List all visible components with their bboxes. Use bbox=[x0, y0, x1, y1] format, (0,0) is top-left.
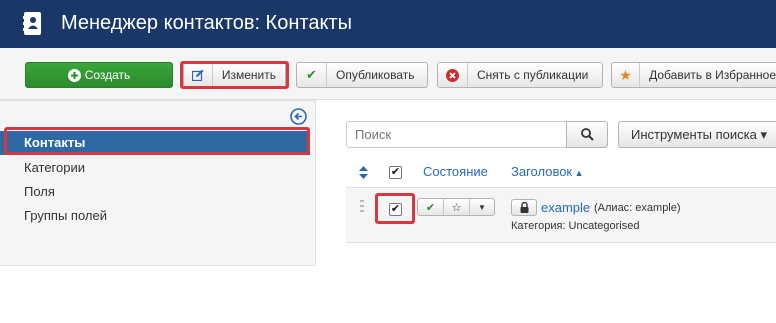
page-title: Менеджер контактов: Контакты bbox=[61, 12, 352, 34]
edit-button-label: Изменить bbox=[221, 68, 276, 82]
sidebar-item-contacts[interactable]: Контакты bbox=[0, 131, 310, 155]
unpublish-button-label: Снять с публикации bbox=[477, 68, 589, 82]
featured-toggle-button[interactable]: ☆ bbox=[444, 199, 470, 215]
search-tools-button[interactable]: Инструменты поиска ▾ bbox=[618, 121, 776, 148]
edit-button[interactable]: Изменить bbox=[183, 62, 286, 88]
drag-handle-icon[interactable] bbox=[360, 200, 364, 212]
plus-circle-icon bbox=[67, 68, 81, 82]
caret-down-icon: ▼ bbox=[478, 202, 486, 212]
status-button-group: ✔ ☆ ▼ bbox=[417, 198, 495, 216]
column-header-title-label: Заголовок bbox=[511, 164, 573, 179]
check-icon: ✔ bbox=[297, 63, 327, 87]
feature-button[interactable]: ★ Добавить в Избранное bbox=[611, 62, 776, 88]
lock-icon bbox=[520, 202, 528, 213]
item-category: Категория: Uncategorised bbox=[511, 220, 640, 232]
sidebar-item-label: Контакты bbox=[24, 135, 86, 150]
publish-button[interactable]: ✔ Опубликовать bbox=[296, 62, 428, 88]
sort-ascending-icon: ▲ bbox=[572, 168, 584, 178]
new-button-label: Создать bbox=[84, 68, 131, 82]
unpublish-button[interactable]: Снять с публикации bbox=[437, 62, 603, 88]
search-icon bbox=[580, 128, 594, 141]
address-book-icon bbox=[23, 12, 41, 35]
star-icon: ★ bbox=[612, 63, 641, 87]
checked-out-lock-button[interactable] bbox=[511, 199, 537, 216]
page-header: Менеджер контактов: Контакты bbox=[0, 0, 776, 48]
sort-icon[interactable] bbox=[359, 166, 368, 179]
column-header-status[interactable]: Состояние bbox=[423, 164, 488, 179]
new-button[interactable]: Создать bbox=[25, 62, 173, 88]
search-button[interactable] bbox=[566, 121, 608, 148]
select-all-checkbox[interactable]: ✔ bbox=[389, 166, 402, 179]
item-alias: (Алиас: example) bbox=[594, 202, 681, 214]
item-title-link[interactable]: example bbox=[541, 200, 590, 215]
check-icon: ✔ bbox=[425, 201, 436, 214]
row-checkbox[interactable]: ✔ bbox=[389, 203, 402, 216]
edit-icon bbox=[184, 63, 213, 87]
sidebar-item-categories[interactable]: Категории bbox=[24, 160, 85, 175]
times-circle-icon bbox=[438, 63, 468, 87]
toolbar: Создать Изменить ✔ Опубликовать Снять с … bbox=[0, 48, 776, 100]
star-outline-icon: ☆ bbox=[451, 201, 462, 214]
table-row bbox=[346, 187, 776, 243]
published-toggle-button[interactable]: ✔ bbox=[418, 199, 444, 215]
search-input[interactable] bbox=[346, 121, 567, 148]
feature-button-label: Добавить в Избранное bbox=[649, 68, 776, 82]
column-header-title[interactable]: Заголовок ▲ bbox=[511, 164, 584, 179]
sidebar-item-field-groups[interactable]: Группы полей bbox=[24, 208, 107, 223]
collapse-sidebar-icon[interactable] bbox=[290, 108, 307, 125]
actions-dropdown-button[interactable]: ▼ bbox=[470, 199, 494, 215]
sidebar: Контакты Категории Поля Группы полей bbox=[0, 100, 316, 266]
sidebar-item-fields[interactable]: Поля bbox=[24, 184, 55, 199]
publish-button-label: Опубликовать bbox=[336, 68, 415, 82]
